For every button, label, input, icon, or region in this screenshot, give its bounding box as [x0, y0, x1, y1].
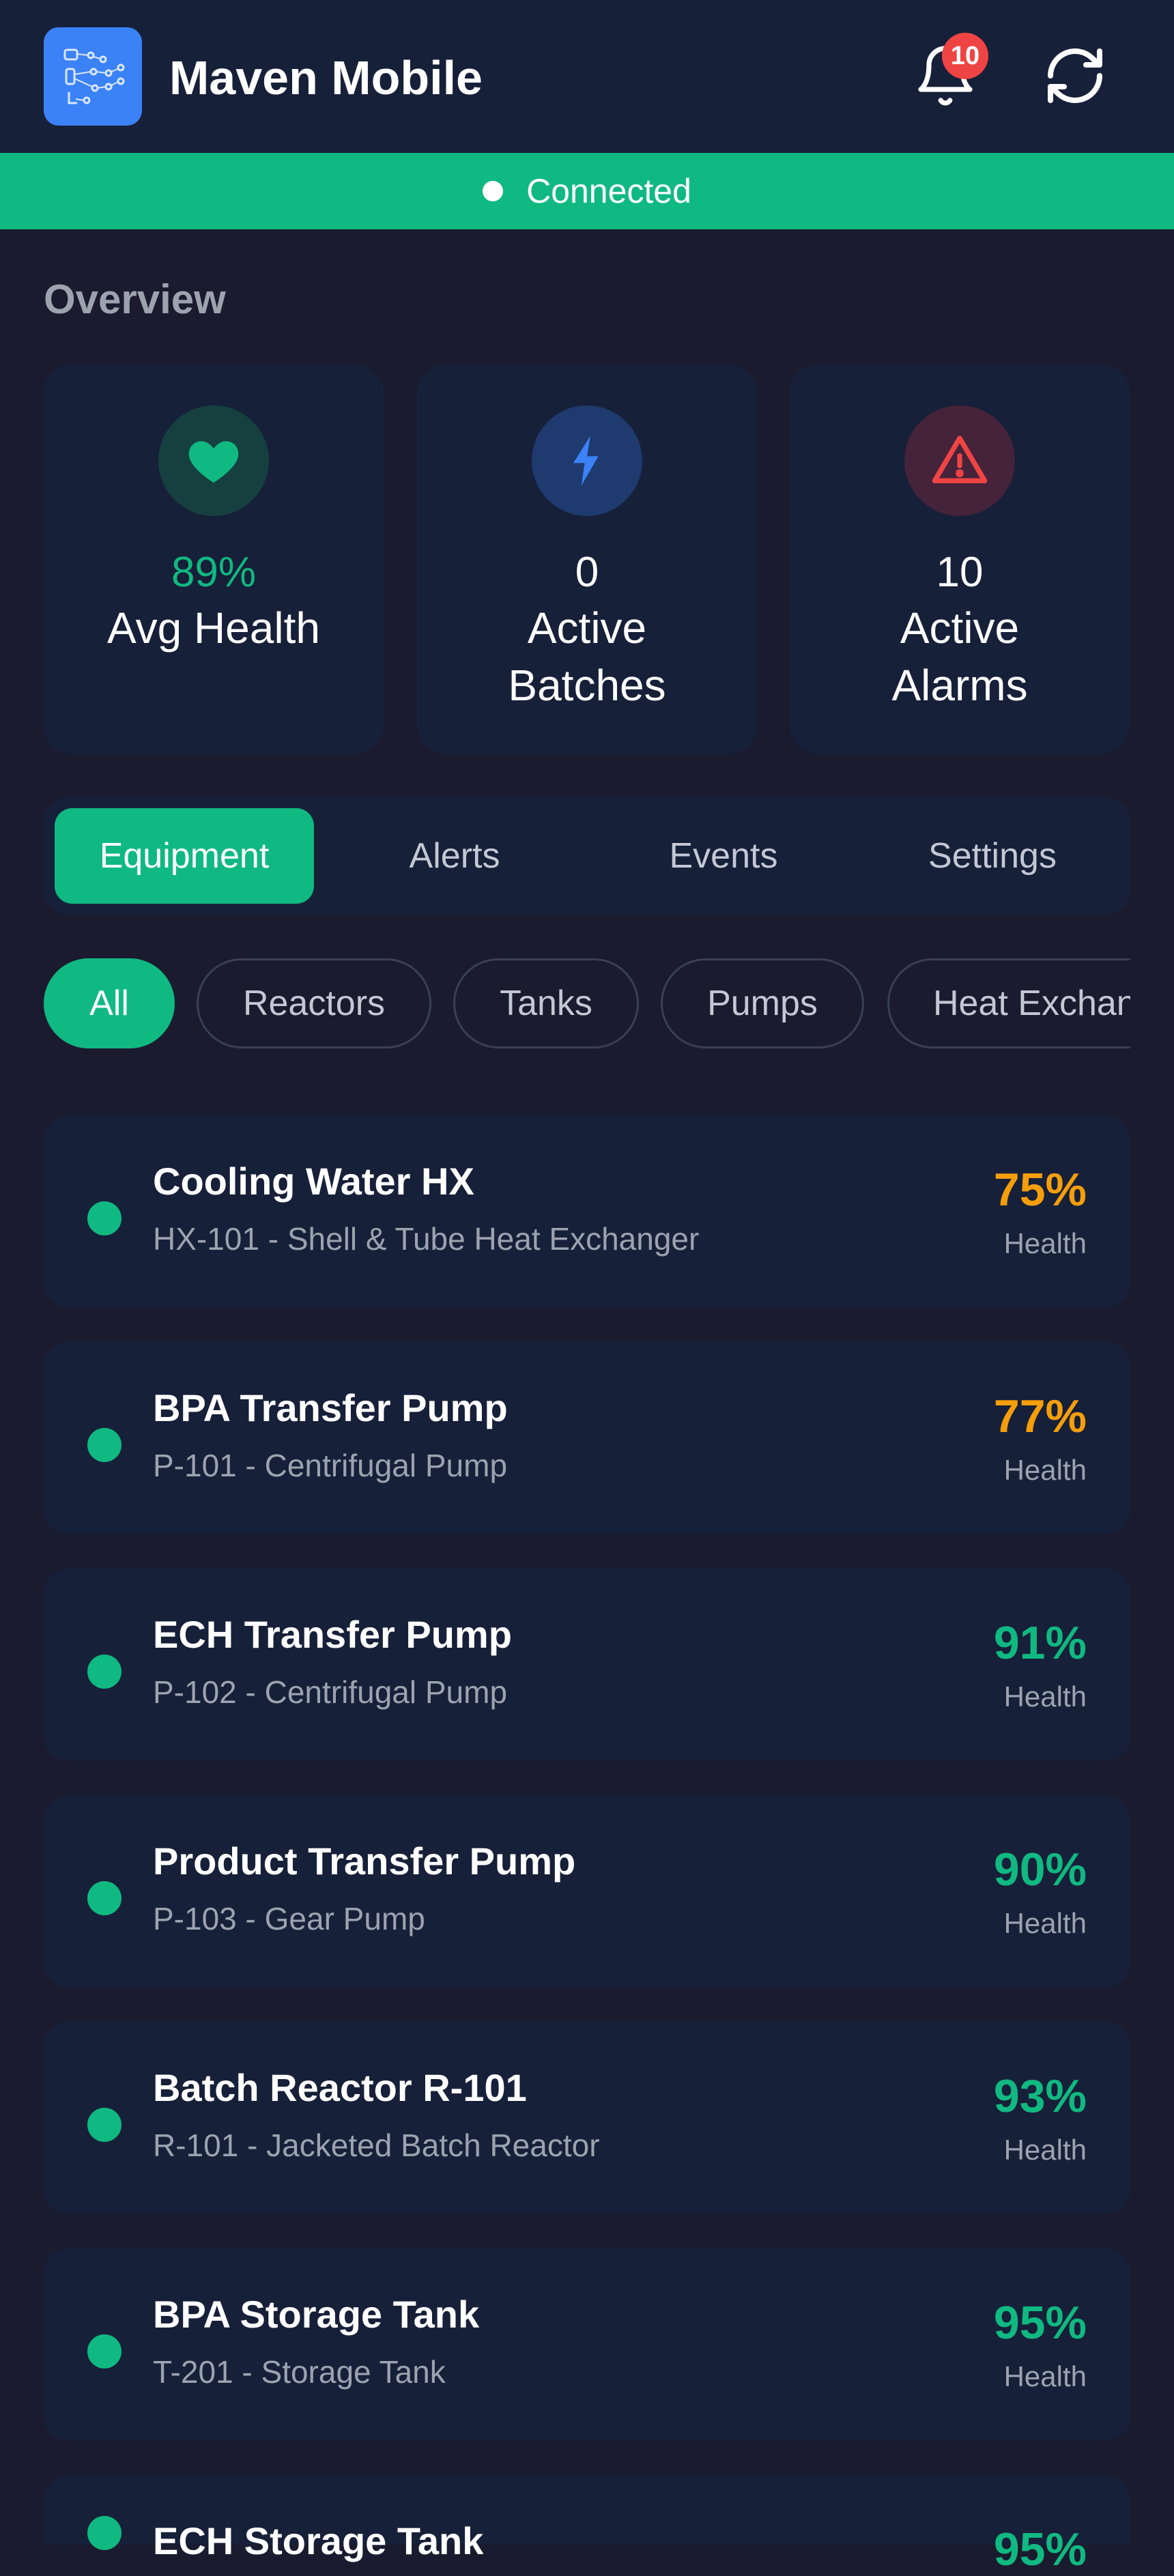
equipment-health-value: 77% [993, 1390, 1087, 1442]
filter-reactors[interactable]: Reactors [197, 958, 431, 1048]
equipment-subtitle: R-101 - Jacketed Batch Reactor [153, 2128, 600, 2163]
equipment-card[interactable]: Product Transfer Pump P-103 - Gear Pump … [44, 1795, 1130, 1988]
equipment-card[interactable]: BPA Storage Tank T-201 - Storage Tank 95… [44, 2248, 1130, 2441]
equipment-name: BPA Storage Tank [153, 2293, 480, 2336]
filter-heat-exchangers[interactable]: Heat Exchangers [887, 958, 1130, 1048]
equipment-health-label: Health [1003, 2360, 1087, 2392]
tab-settings[interactable]: Settings [863, 808, 1122, 904]
equipment-card[interactable]: Cooling Water HX HX-101 - Shell & Tube H… [44, 1115, 1130, 1308]
equipment-health-value: 91% [993, 1617, 1087, 1669]
notification-badge: 10 [942, 33, 988, 79]
equipment-health-label: Health [1003, 2134, 1087, 2166]
equipment-subtitle: P-103 - Gear Pump [153, 1901, 425, 1936]
main-tabs: Equipment Alerts Events Settings [44, 797, 1130, 915]
status-dot-icon [87, 1881, 121, 1915]
equipment-health-label: Health [1003, 1907, 1087, 1939]
avg-health-label: Avg Health [107, 603, 320, 653]
network-logo-icon [44, 27, 142, 126]
equipment-subtitle: HX-101 - Shell & Tube Heat Exchanger [153, 1221, 700, 1257]
connection-status-bar: Connected [0, 153, 1174, 229]
status-dot-icon [87, 1655, 121, 1689]
tab-alerts[interactable]: Alerts [325, 808, 584, 904]
equipment-card[interactable]: Batch Reactor R-101 R-101 - Jacketed Bat… [44, 2022, 1130, 2214]
equipment-subtitle: P-102 - Centrifugal Pump [153, 1674, 508, 1710]
overview-title: Overview [44, 276, 226, 322]
status-dot-icon [87, 1201, 121, 1235]
equipment-health-label: Health [1003, 1227, 1087, 1259]
refresh-icon[interactable] [1037, 38, 1113, 113]
app-title: Maven Mobile [169, 51, 483, 104]
equipment-name: ECH Storage Tank [153, 2519, 484, 2562]
status-dot-icon [87, 2516, 121, 2550]
tab-equipment[interactable]: Equipment [55, 808, 314, 904]
warning-icon [904, 405, 1015, 516]
active-alarms-label: Active Alarms [891, 603, 1028, 710]
equipment-card[interactable]: ECH Transfer Pump P-102 - Centrifugal Pu… [44, 1569, 1130, 1761]
filter-all[interactable]: All [44, 958, 175, 1048]
bolt-icon [532, 405, 642, 516]
avg-health-card: 89% Avg Health [44, 364, 384, 754]
status-dot-icon [87, 2108, 121, 2142]
equipment-subtitle: T-201 - Storage Tank [153, 2354, 446, 2390]
active-batches-value: 0 [575, 549, 599, 596]
heart-icon [158, 405, 269, 516]
status-dot-icon [87, 1428, 121, 1462]
status-dot-icon [87, 2334, 121, 2369]
equipment-health-value: 90% [993, 1844, 1087, 1895]
equipment-health-label: Health [1003, 1454, 1087, 1486]
equipment-health-value: 95% [993, 2523, 1087, 2575]
active-alarms-value: 10 [936, 549, 984, 596]
avg-health-value: 89% [171, 549, 257, 596]
active-batches-card: 0 Active Batches [417, 364, 757, 754]
active-batches-label: Active Batches [508, 603, 666, 710]
equipment-name: ECH Transfer Pump [153, 1613, 512, 1656]
equipment-health-value: 93% [993, 2070, 1087, 2122]
status-dot-icon [483, 181, 504, 201]
filter-pumps[interactable]: Pumps [661, 958, 864, 1048]
connection-status-text: Connected [526, 172, 691, 210]
equipment-health-value: 95% [993, 2297, 1087, 2349]
equipment-name: Batch Reactor R-101 [153, 2066, 527, 2109]
equipment-card[interactable]: ECH Storage Tank 95% [44, 2475, 1130, 2575]
equipment-health-label: Health [1003, 1680, 1087, 1713]
equipment-filter-chips: All Reactors Tanks Pumps Heat Exchangers [44, 957, 1130, 1050]
equipment-card[interactable]: BPA Transfer Pump P-101 - Centrifugal Pu… [44, 1342, 1130, 1534]
equipment-name: BPA Transfer Pump [153, 1386, 508, 1429]
equipment-health-value: 75% [993, 1164, 1087, 1216]
equipment-name: Product Transfer Pump [153, 1840, 576, 1883]
equipment-name: Cooling Water HX [153, 1160, 474, 1203]
filter-tanks[interactable]: Tanks [453, 958, 639, 1048]
app-header: Maven Mobile 10 [0, 0, 1174, 153]
tab-events[interactable]: Events [594, 808, 853, 904]
equipment-subtitle: P-101 - Centrifugal Pump [153, 1448, 508, 1483]
active-alarms-card: 10 Active Alarms [790, 364, 1130, 754]
